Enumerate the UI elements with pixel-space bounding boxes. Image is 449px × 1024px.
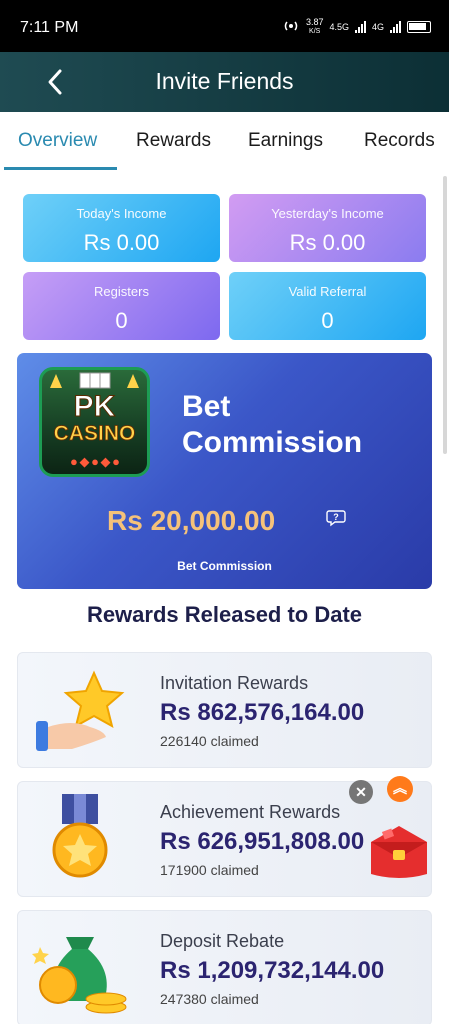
bet-commission-card[interactable]: PK CASINO ● ◆ ● ◆ ● Bet Commission Rs 20… xyxy=(17,353,432,589)
scroll-to-top-icon[interactable]: ︽ xyxy=(387,776,413,802)
reward-claimed: 247380 claimed xyxy=(160,991,259,1007)
reward-amount: Rs 862,576,164.00 xyxy=(160,699,365,726)
signal-icon-1 xyxy=(354,21,366,33)
stat-label: Valid Referral xyxy=(288,284,367,299)
tab-rewards[interactable]: Rewards xyxy=(136,130,211,152)
stat-registers: Registers 0 xyxy=(23,272,220,340)
money-bag-icon xyxy=(32,919,132,1019)
battery-icon xyxy=(407,21,431,33)
medal-icon xyxy=(32,790,132,890)
reward-card-invitation[interactable]: Invitation Rewards Rs 862,576,164.00 226… xyxy=(17,652,432,768)
bet-commission-title: Bet Commission xyxy=(182,390,363,459)
active-tab-indicator xyxy=(4,167,117,170)
question-bubble-icon[interactable]: ? xyxy=(326,509,346,527)
stat-label: Yesterday's Income xyxy=(271,206,384,221)
network-speed: 3.87 K/S xyxy=(306,18,324,36)
pk-casino-logo: PK CASINO ● ◆ ● ◆ ● xyxy=(39,367,150,477)
stat-todays-income: Today's Income Rs 0.00 xyxy=(23,194,220,262)
stat-value: 0 xyxy=(321,308,334,333)
tab-records[interactable]: Records xyxy=(364,130,435,152)
stat-label: Today's Income xyxy=(76,206,167,221)
reward-claimed: 226140 claimed xyxy=(160,733,259,749)
casino-chips-icon: ● ◆ ● ◆ ● xyxy=(70,454,120,469)
reward-claimed: 171900 claimed xyxy=(160,862,259,878)
hotspot-icon xyxy=(282,19,300,35)
logo-casino-text: CASINO xyxy=(53,422,136,446)
scrollbar[interactable] xyxy=(443,176,447,454)
signal-icon-2 xyxy=(390,21,401,33)
star-hand-icon xyxy=(32,661,132,761)
app-header: Invite Friends xyxy=(0,52,449,112)
network-type-2: 4G xyxy=(371,22,384,32)
status-icons: 3.87 K/S 4.5G 4G xyxy=(282,18,431,36)
tab-bar: Overview Rewards Earnings Records xyxy=(0,112,449,170)
tab-earnings[interactable]: Earnings xyxy=(248,130,323,152)
section-title: Rewards Released to Date xyxy=(86,602,363,627)
stat-yesterdays-income: Yesterday's Income Rs 0.00 xyxy=(229,194,426,262)
logo-pk-text: PK xyxy=(73,390,116,424)
reward-amount: Rs 626,951,808.00 xyxy=(160,828,365,855)
status-bar: 7:11 PM 3.87 K/S 4.5G 4G xyxy=(0,0,449,52)
reward-card-deposit-rebate[interactable]: Deposit Rebate Rs 1,209,732,144.00 24738… xyxy=(17,910,432,1024)
reward-title: Deposit Rebate xyxy=(160,931,285,951)
speed-value: 3.87 xyxy=(305,17,324,27)
status-time: 7:11 PM xyxy=(20,19,79,36)
bet-commission-subtitle: Bet Commission xyxy=(177,559,272,573)
network-type-1: 4.5G xyxy=(329,22,349,32)
page-title: Invite Friends xyxy=(155,68,294,94)
bet-commission-amount: Rs 20,000.00 xyxy=(107,505,276,536)
svg-text:?: ? xyxy=(333,512,339,522)
stat-value: Rs 0.00 xyxy=(83,230,160,255)
close-icon[interactable]: ✕ xyxy=(349,780,373,804)
stat-value: 0 xyxy=(115,308,128,333)
speed-unit: K/S xyxy=(309,28,321,35)
reward-title: Achievement Rewards xyxy=(160,802,341,822)
stat-valid-referral: Valid Referral 0 xyxy=(229,272,426,340)
stat-value: Rs 0.00 xyxy=(289,230,366,255)
reward-amount: Rs 1,209,732,144.00 xyxy=(160,957,385,984)
reward-title: Invitation Rewards xyxy=(160,673,309,693)
stat-label: Registers xyxy=(94,284,149,299)
red-envelope-icon[interactable] xyxy=(365,822,433,882)
crown-cards-icon xyxy=(50,372,139,389)
tab-overview[interactable]: Overview xyxy=(18,130,97,152)
